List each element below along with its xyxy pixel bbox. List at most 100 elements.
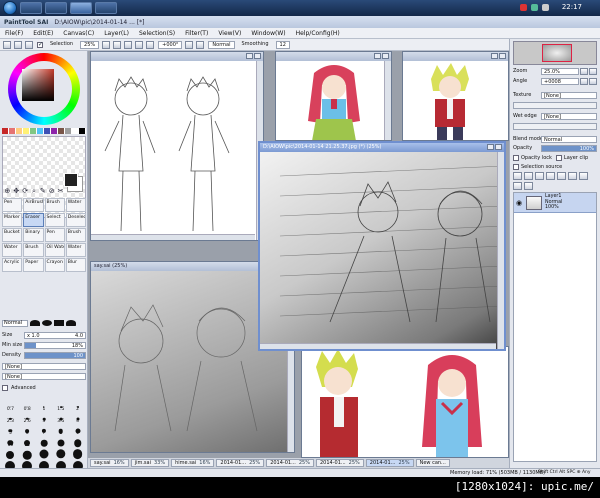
eye-icon[interactable]: ◉ [516, 199, 524, 207]
canvas-duo-art[interactable] [302, 347, 508, 457]
texture-select[interactable]: [None] [541, 91, 597, 99]
wet-edge-select[interactable]: [None] [541, 112, 597, 120]
brush-tool-acrylic[interactable]: Acrylic [2, 258, 23, 272]
brush-size-preset[interactable]: 0.8 [19, 401, 36, 413]
brush-size-preset[interactable]: 16 [52, 437, 69, 449]
menu-canvas[interactable]: Canvas(C) [58, 30, 99, 37]
minimize-button[interactable] [374, 53, 381, 59]
start-button[interactable] [3, 1, 17, 15]
taskbar-clock[interactable]: 22:17 [562, 3, 582, 11]
advanced-checkbox[interactable] [2, 385, 8, 391]
opacity-lock-checkbox[interactable] [513, 155, 519, 161]
brush-size-preset[interactable]: 9 [69, 425, 86, 437]
brush-size-preset[interactable]: 2.6 [19, 413, 36, 425]
brush-size-preset[interactable]: 1.5 [52, 401, 69, 413]
size-slider[interactable]: x 1.0 4.0 [24, 331, 86, 339]
color-swatch[interactable] [79, 128, 86, 134]
brush-size-preset[interactable] [69, 448, 86, 461]
menu-edit[interactable]: Edit(E) [28, 30, 58, 37]
flip-icon[interactable] [185, 40, 194, 49]
brush-size-preset[interactable]: 6 [19, 425, 36, 437]
vertical-scrollbar[interactable] [384, 61, 391, 140]
brush-size-preset[interactable] [36, 449, 53, 461]
minimize-button[interactable] [246, 53, 253, 59]
deselect-icon[interactable] [25, 40, 33, 49]
smoothing-select[interactable]: 12 [275, 40, 290, 49]
brush-size-preset[interactable] [52, 449, 69, 461]
brush-tool-water[interactable]: Water [65, 198, 86, 212]
tray-network-icon[interactable] [531, 4, 538, 11]
delete-layer-icon[interactable] [513, 182, 522, 190]
zoom-select[interactable]: 25% [80, 40, 100, 49]
merge-down-icon[interactable] [568, 172, 577, 180]
color-swatch[interactable] [16, 128, 23, 134]
zoom-icon[interactable]: ⌕ [31, 187, 38, 195]
brush-size-preset[interactable]: 0.7 [2, 401, 19, 413]
tip-shape-round-icon[interactable] [30, 320, 40, 326]
brush-tool-eraser[interactable]: Eraser [23, 213, 44, 227]
rotate-right-icon[interactable] [146, 40, 155, 49]
canvas-window-title[interactable] [403, 52, 508, 61]
zoom-out-icon[interactable] [113, 40, 122, 49]
tip-shape-flat-icon[interactable] [54, 320, 64, 326]
close-button[interactable] [382, 53, 389, 59]
brush-tool-bucket[interactable]: Bucket [2, 228, 23, 242]
canvas-tab[interactable]: 2014-01... 25% [216, 459, 265, 467]
layer-item[interactable]: ◉ Layer1 Normal 100% [514, 193, 596, 213]
brush-size-preset[interactable]: 20 [69, 437, 86, 449]
zoom-minus-button[interactable] [580, 67, 588, 75]
brush-size-preset[interactable]: 2.3 [2, 413, 19, 425]
zoom-field[interactable]: 25.0% [541, 67, 579, 75]
transfer-layer-icon[interactable] [524, 182, 533, 190]
brush-size-preset[interactable]: 10 [2, 437, 19, 449]
taskbar-button-browser[interactable] [45, 2, 67, 14]
color-swatch[interactable] [51, 128, 58, 134]
close-button[interactable] [254, 53, 261, 59]
canvas-window-active[interactable]: D:\AIOW\pic\2014-01-14 21.25.37.jpg (*) … [258, 141, 506, 351]
move-icon[interactable]: ✥ [13, 187, 20, 195]
tip-shape-dome-icon[interactable] [42, 320, 52, 326]
selection-source-checkbox[interactable] [513, 164, 519, 170]
horizontal-scrollbar[interactable] [260, 343, 496, 349]
new-folder-icon[interactable] [535, 172, 544, 180]
foreground-color[interactable] [64, 173, 78, 187]
canvas-tab[interactable]: New can... [415, 459, 450, 467]
canvas-window-title[interactable] [276, 52, 391, 61]
color-swatch[interactable] [58, 128, 65, 134]
scissors-icon[interactable]: ✂ [57, 187, 64, 195]
canvas-tab[interactable]: 2014-01... 25% [315, 459, 364, 467]
canvas-window-duo[interactable] [301, 346, 509, 458]
menu-view[interactable]: View(V) [213, 30, 246, 37]
brush-size-preset[interactable]: 25 [2, 449, 19, 461]
brush-size-preset[interactable]: 7 [36, 425, 53, 437]
crosshair-icon[interactable]: ⊕ [4, 187, 11, 195]
color-swatch[interactable] [65, 128, 72, 134]
pen-icon[interactable]: ✎ [39, 187, 46, 195]
copy-layer-icon[interactable] [546, 172, 555, 180]
brush-tool-paper[interactable]: Paper [23, 258, 44, 272]
canvas-window-lineart[interactable] [90, 51, 264, 241]
angle-field[interactable]: +0008 [541, 77, 579, 85]
close-button[interactable] [495, 144, 502, 150]
brush-size-preset[interactable]: 14 [36, 437, 53, 449]
zoom-plus-button[interactable] [589, 67, 597, 75]
color-swatch[interactable] [9, 128, 16, 134]
density-slider[interactable]: 100 [24, 351, 86, 359]
brush-tool-brush[interactable]: Brush [23, 243, 44, 257]
layer-blend-mode-select[interactable]: Normal [541, 135, 597, 143]
menu-selection[interactable]: Selection(S) [134, 30, 180, 37]
tray-antivirus-icon[interactable] [520, 4, 527, 11]
active-canvas-title[interactable]: D:\AIOW\pic\2014-01-14 21.25.37.jpg (*) … [260, 143, 504, 152]
brush-size-preset[interactable]: 30 [19, 449, 36, 461]
menu-file[interactable]: File(F) [0, 30, 28, 37]
menu-layer[interactable]: Layer(L) [99, 30, 134, 37]
menu-help[interactable]: Help/Config(H) [291, 30, 345, 37]
canvas-tab[interactable]: hime.sai 16% [171, 459, 215, 467]
brush-size-preset[interactable]: 5 [2, 425, 19, 437]
brush-shape-select[interactable]: [None] [2, 372, 86, 380]
color-swatch[interactable] [44, 128, 51, 134]
brush-tool-marker[interactable]: Marker [2, 213, 23, 227]
brush-tool-deselect[interactable]: Deselect [65, 213, 86, 227]
canvas-tab[interactable]: jim.sai 33% [130, 459, 170, 467]
angle-minus-button[interactable] [580, 77, 588, 85]
